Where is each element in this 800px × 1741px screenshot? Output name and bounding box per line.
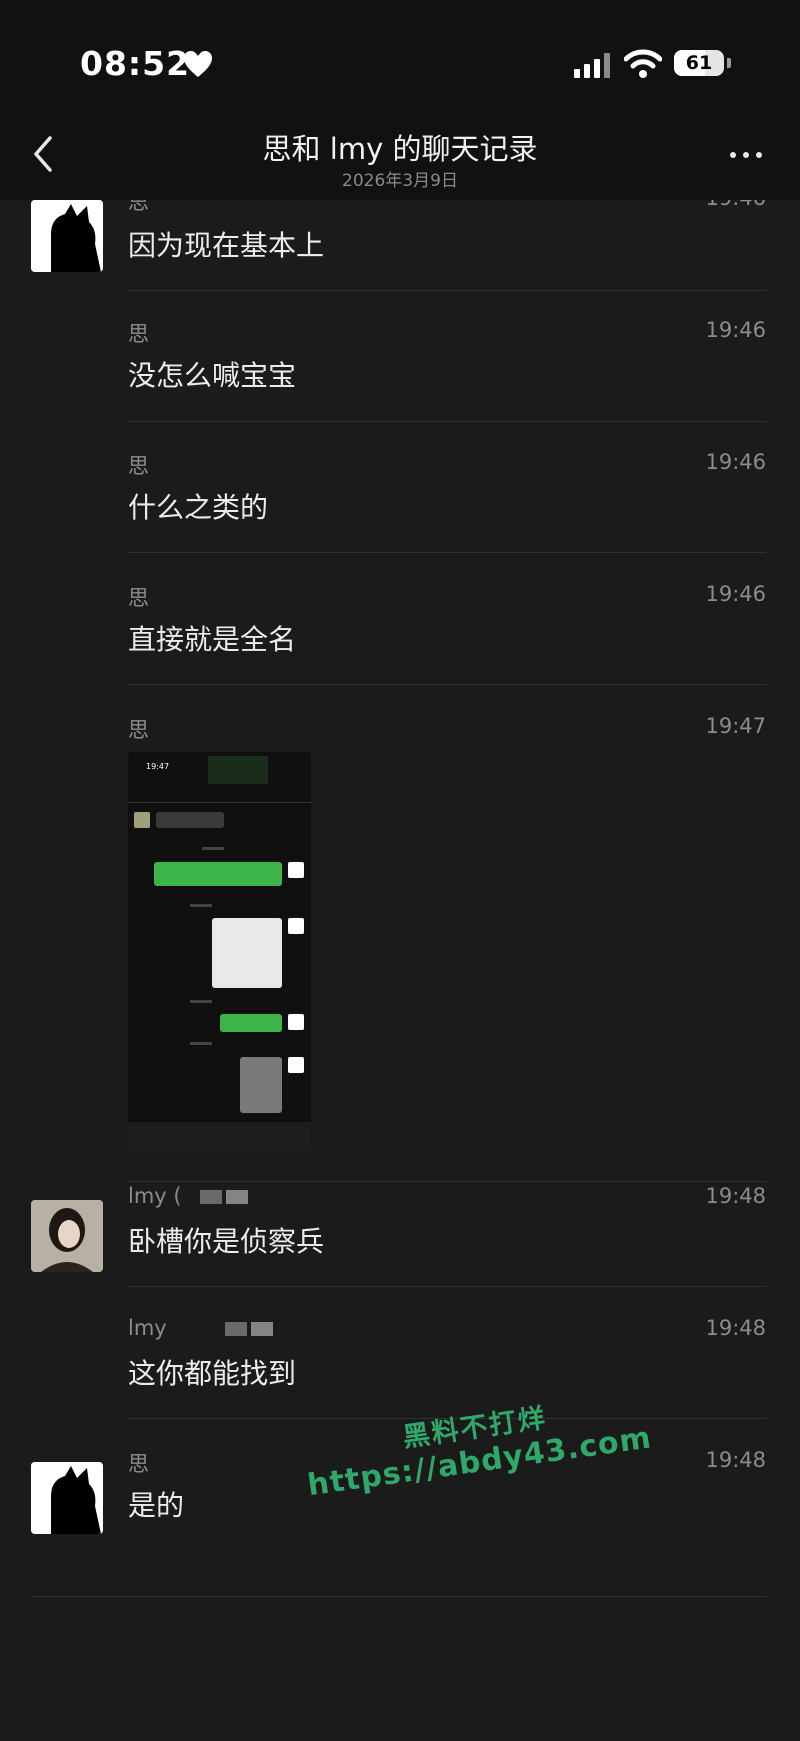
heart-icon [184, 51, 212, 77]
message-time: 19:48 [705, 1184, 766, 1208]
message-sender-name: lmy [128, 1316, 167, 1340]
thumbnail-input-bar [128, 1122, 311, 1152]
message-text[interactable]: 什么之类的 [128, 486, 268, 526]
message-time: 19:48 [705, 1316, 766, 1340]
thumbnail-avatar [134, 812, 150, 828]
message-divider [128, 421, 766, 422]
message-text[interactable]: 卧槽你是侦察兵 [128, 1220, 324, 1260]
redaction-blur [225, 1190, 248, 1204]
message-time: 19:48 [705, 1448, 766, 1472]
message-sender: lmy [128, 1316, 273, 1340]
message-divider [128, 552, 766, 553]
thumbnail-timestamp [190, 904, 212, 907]
message-text[interactable]: 因为现在基本上 [128, 224, 324, 264]
black-cat-avatar-icon [31, 1462, 103, 1534]
message-item[interactable]: 思 19:46 没怎么喊宝宝 [0, 318, 800, 450]
message-sender: 思 [128, 200, 149, 214]
signal-icon [574, 52, 614, 78]
thumbnail-timestamp [202, 847, 224, 850]
status-bar: 08:52 61 [0, 0, 800, 110]
message-sender: 思 [128, 1452, 149, 1476]
message-divider [128, 684, 766, 685]
message-sender: 思 [128, 586, 149, 610]
portrait-avatar-icon [31, 1200, 103, 1272]
message-item[interactable]: 思 19:46 直接就是全名 [0, 582, 800, 714]
message-text[interactable]: 这你都能找到 [128, 1352, 296, 1392]
thumbnail-bubble [156, 812, 224, 828]
thumbnail-green-bubble [154, 862, 282, 886]
battery-percent: 61 [685, 52, 713, 74]
message-time: 19:46 [705, 450, 766, 474]
message-time: 19:46 [705, 200, 766, 210]
message-time: 19:46 [705, 582, 766, 606]
message-sender: 思 [128, 718, 149, 742]
message-list[interactable]: 思 19:46 因为现在基本上 思 19:46 没怎么喊宝宝 思 19:46 什… [0, 200, 800, 1741]
thumbnail-divider [128, 802, 311, 803]
message-divider [128, 1286, 766, 1287]
message-divider [128, 290, 766, 291]
message-divider [31, 1596, 766, 1597]
message-text[interactable]: 直接就是全名 [128, 618, 296, 658]
battery-tip [727, 58, 731, 68]
redaction-blur [250, 1322, 273, 1336]
black-cat-avatar-icon [31, 200, 103, 272]
thumbnail-blur [208, 756, 268, 784]
thumbnail-photo [240, 1057, 282, 1113]
page-subtitle: 2026年3月9日 [342, 171, 458, 191]
message-time: 19:47 [705, 714, 766, 738]
redaction-blur [199, 1190, 222, 1204]
message-text[interactable]: 没怎么喊宝宝 [128, 354, 296, 394]
chat-screenshot-thumbnail[interactable]: 19:47 [128, 752, 311, 1152]
page-title: 思和 lmy 的聊天记录 [262, 132, 538, 166]
thumbnail-time: 19:47 [146, 762, 170, 771]
battery-icon: 61 [674, 50, 724, 76]
nav-bar: 思和 lmy 的聊天记录 2026年3月9日 [0, 110, 800, 200]
message-time: 19:46 [705, 318, 766, 342]
more-icon[interactable] [726, 146, 766, 166]
thumbnail-avatar [288, 918, 304, 934]
message-item[interactable]: 思 19:46 因为现在基本上 [0, 200, 800, 316]
message-sender-name: lmy ( [128, 1184, 182, 1208]
message-sender: 思 [128, 322, 149, 346]
avatar[interactable] [31, 1200, 103, 1272]
thumbnail-timestamp [190, 1000, 212, 1003]
thumbnail-avatar [288, 1014, 304, 1030]
thumbnail-sticker [212, 918, 282, 988]
status-time: 08:52 [80, 44, 191, 83]
redaction-blur [224, 1322, 247, 1336]
message-divider [128, 1181, 766, 1182]
thumbnail-green-bubble [220, 1014, 282, 1032]
wifi-icon [624, 49, 662, 78]
message-item[interactable]: lmy ( 19:48 卧槽你是侦察兵 [0, 1184, 800, 1316]
thumbnail-avatar [288, 862, 304, 878]
thumbnail-avatar [288, 1057, 304, 1073]
message-text[interactable]: 是的 [128, 1484, 184, 1524]
message-item[interactable]: 思 19:47 [0, 714, 800, 1184]
message-item[interactable]: 思 19:46 什么之类的 [0, 450, 800, 582]
thumbnail-timestamp [190, 1042, 212, 1045]
message-sender: 思 [128, 454, 149, 478]
avatar[interactable] [31, 1462, 103, 1534]
avatar[interactable] [31, 200, 103, 272]
message-sender: lmy ( [128, 1184, 248, 1208]
